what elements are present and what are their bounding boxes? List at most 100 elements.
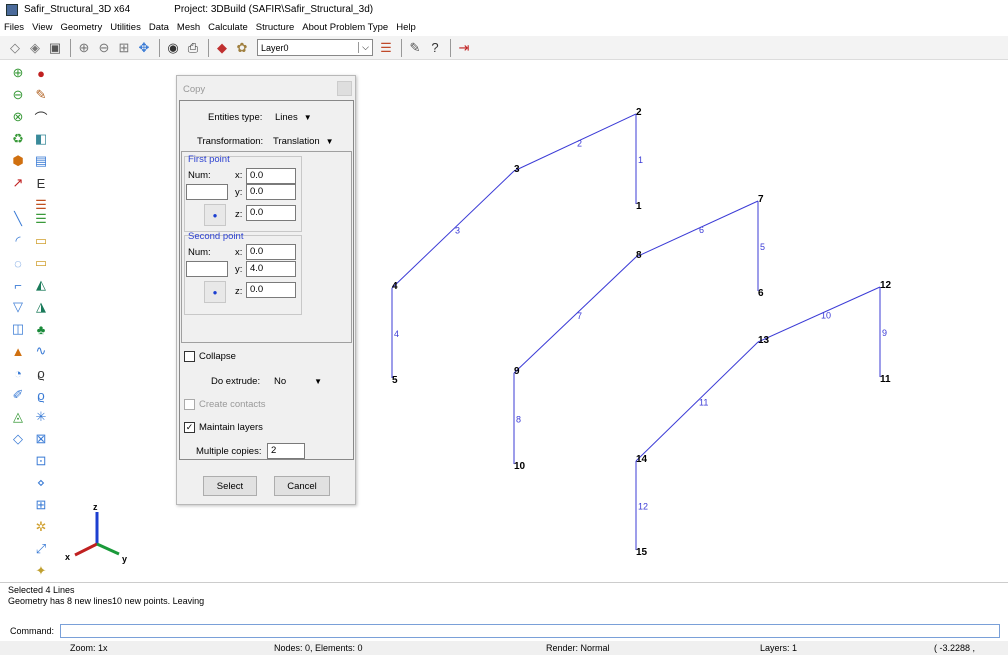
layers-icon[interactable]: ☰ (32, 210, 50, 228)
layers-icon[interactable]: ☰ (377, 39, 395, 57)
point-label[interactable]: 11 (880, 374, 891, 385)
first-num-field[interactable] (186, 184, 228, 200)
arrow-icon[interactable]: ↗ (9, 174, 27, 192)
command-input[interactable] (60, 624, 1001, 638)
exit-icon[interactable]: ⇥ (455, 39, 473, 57)
point-label[interactable]: 4 (392, 281, 398, 292)
folder-open-icon[interactable]: ▭ (32, 254, 50, 272)
mesh-icon[interactable]: ⊠ (32, 430, 50, 448)
first-z-field[interactable]: 0.0 (246, 205, 296, 221)
create-contacts-checkbox[interactable] (184, 399, 195, 410)
layer-toggle-icon[interactable]: ✿ (233, 39, 251, 57)
cancel-button[interactable]: Cancel (274, 476, 330, 496)
point-label[interactable]: 12 (880, 280, 892, 291)
close-button[interactable] (337, 81, 352, 96)
window-icon[interactable]: ▤ (32, 152, 50, 170)
point-label[interactable]: 5 (392, 375, 398, 386)
nurbs-icon[interactable]: ▽ (9, 298, 27, 316)
point-label[interactable]: 10 (514, 461, 526, 472)
geometry-line[interactable] (757, 286, 881, 343)
geometry-line[interactable] (513, 113, 637, 172)
geometry-line[interactable] (391, 170, 515, 289)
point-label[interactable]: 1 (636, 201, 642, 212)
help-icon[interactable]: ? (426, 39, 444, 57)
diamond-icon[interactable]: ◇ (9, 430, 27, 448)
menu-view[interactable]: View (32, 22, 52, 33)
point-label[interactable]: 9 (514, 366, 520, 377)
pick-point-button[interactable]: ● (204, 204, 226, 226)
second-z-field[interactable]: 0.0 (246, 282, 296, 298)
pan-icon[interactable]: ✥ (135, 39, 153, 57)
surface-icon[interactable]: ◭ (32, 276, 50, 294)
ellipse-icon[interactable]: ◔ (9, 364, 27, 382)
zoom-frame-icon[interactable]: ⊞ (115, 39, 133, 57)
curve-icon[interactable]: ϱ (32, 364, 50, 382)
layer-select[interactable]: Layer0 ⌵ (257, 39, 373, 56)
render-shape-icon[interactable]: ⬢ (9, 152, 27, 170)
menu-help[interactable]: Help (396, 22, 416, 33)
explode-icon[interactable]: ✲ (32, 518, 50, 536)
maintain-layers-checkbox[interactable]: ✓ (184, 422, 195, 433)
create-line-icon[interactable]: ╲ (9, 210, 27, 228)
menu-data[interactable]: Data (149, 22, 169, 33)
collapse-checkbox[interactable] (184, 351, 195, 362)
surface-mesh-icon[interactable]: ◮ (32, 298, 50, 316)
point-label[interactable]: 2 (636, 107, 642, 118)
menu-geometry[interactable]: Geometry (60, 22, 102, 33)
mesh-quad-icon[interactable]: ⊡ (32, 452, 50, 470)
geometry-line[interactable] (635, 341, 759, 462)
scale-icon[interactable]: ⤢ (32, 540, 50, 558)
open-file-icon[interactable]: ◈ (26, 39, 44, 57)
multiple-copies-field[interactable]: 2 (267, 443, 305, 459)
render-icon[interactable]: ◉ (164, 39, 182, 57)
zoom-out-icon[interactable]: ⊖ (9, 86, 27, 104)
point-label[interactable]: 7 (758, 194, 764, 205)
tag-icon[interactable]: ✦ (32, 562, 50, 580)
menu-utilities[interactable]: Utilities (110, 22, 141, 33)
geometry-line[interactable] (635, 200, 759, 258)
geometry-line[interactable] (513, 256, 637, 374)
point-label[interactable]: 14 (636, 454, 648, 465)
transformation-select[interactable]: Translation ▼ (273, 136, 334, 147)
menu-files[interactable]: Files (4, 22, 24, 33)
point-label[interactable]: 6 (758, 288, 764, 299)
mesh-struct-icon[interactable]: ⊞ (32, 496, 50, 514)
menu-problem-type[interactable]: About Problem Type (302, 22, 388, 33)
wave-icon[interactable]: ∿ (32, 342, 50, 360)
mesh-tri-icon[interactable]: ⋄ (32, 474, 50, 492)
pick-point-button[interactable]: ● (204, 281, 226, 303)
zoom-in-icon[interactable]: ⊕ (75, 39, 93, 57)
rotate-icon[interactable]: ♻ (9, 130, 27, 148)
save-file-icon[interactable]: ▣ (46, 39, 64, 57)
layer-color-icon[interactable]: ◆ (213, 39, 231, 57)
select-button[interactable]: Select (203, 476, 257, 496)
point-icon[interactable]: ● (32, 64, 50, 82)
print-icon[interactable]: ⎙ (184, 39, 202, 57)
folder-icon[interactable]: ▭ (32, 232, 50, 250)
edit-icon[interactable]: ✎ (32, 86, 50, 104)
second-x-field[interactable]: 0.0 (246, 244, 296, 260)
curve-edit-icon[interactable]: ϱ (32, 386, 50, 404)
entities-type-select[interactable]: Lines ▼ (275, 112, 312, 123)
second-y-field[interactable]: 4.0 (246, 261, 296, 277)
zoom-out-icon[interactable]: ⊖ (95, 39, 113, 57)
new-file-icon[interactable]: ◇ (6, 39, 24, 57)
menu-mesh[interactable]: Mesh (177, 22, 200, 33)
point-label[interactable]: 8 (636, 250, 642, 261)
zoom-frame-icon[interactable]: ⊗ (9, 108, 27, 126)
star-icon[interactable]: ✳ (32, 408, 50, 426)
first-y-field[interactable]: 0.0 (246, 184, 296, 200)
point-label[interactable]: 13 (758, 335, 770, 346)
line-tool-icon[interactable]: ⌒ (32, 108, 50, 126)
arc-icon[interactable]: ◜ (9, 232, 27, 250)
circle-icon[interactable]: ◌ (9, 254, 27, 272)
measure-icon[interactable]: ◬ (9, 408, 27, 426)
zoom-icon[interactable]: ⊕ (9, 64, 27, 82)
polyline-icon[interactable]: ⌐ (9, 276, 27, 294)
point-label[interactable]: 15 (636, 547, 648, 558)
wand-icon[interactable]: ✎ (406, 39, 424, 57)
eraser-icon[interactable]: ◧ (32, 130, 50, 148)
volume-icon[interactable]: ◫ (9, 320, 27, 338)
pencil-icon[interactable]: ✐ (9, 386, 27, 404)
shape-icon[interactable]: ▲ (9, 342, 27, 360)
